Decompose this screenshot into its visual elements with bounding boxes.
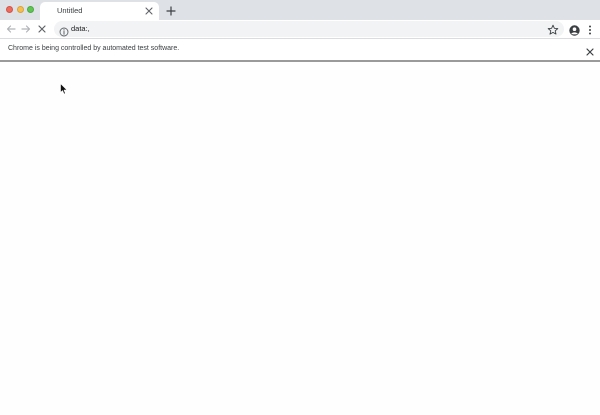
- stop-loading-icon[interactable]: [36, 23, 48, 35]
- infobar-close-icon[interactable]: [585, 44, 595, 56]
- toolbar: data:,: [0, 20, 600, 38]
- back-arrow-icon[interactable]: [5, 23, 17, 35]
- tab-strip: Untitled: [0, 0, 600, 20]
- window-zoom-button[interactable]: [27, 6, 34, 13]
- automation-infobar: Chrome is being controlled by automated …: [0, 38, 600, 60]
- window-minimize-button[interactable]: [17, 6, 24, 13]
- address-text[interactable]: data:,: [71, 24, 90, 33]
- tab-title: Untitled: [57, 6, 83, 15]
- bookmark-star-icon[interactable]: [547, 23, 559, 35]
- tab-close-icon[interactable]: [144, 6, 154, 16]
- mouse-pointer-icon: [60, 82, 68, 95]
- account-circle-icon[interactable]: [569, 23, 580, 36]
- page-content[interactable]: [0, 62, 600, 415]
- window-close-button[interactable]: [6, 6, 13, 13]
- forward-arrow-icon[interactable]: [20, 23, 32, 35]
- address-bar[interactable]: data:,: [54, 21, 564, 37]
- info-icon[interactable]: [59, 24, 69, 37]
- infobar-message: Chrome is being controlled by automated …: [8, 45, 180, 52]
- browser-window: Untitled data:, Chrome is being controll…: [0, 0, 600, 415]
- tab-untitled[interactable]: Untitled: [40, 2, 159, 20]
- new-tab-plus-icon[interactable]: [165, 5, 176, 16]
- kebab-menu-icon[interactable]: [587, 23, 593, 35]
